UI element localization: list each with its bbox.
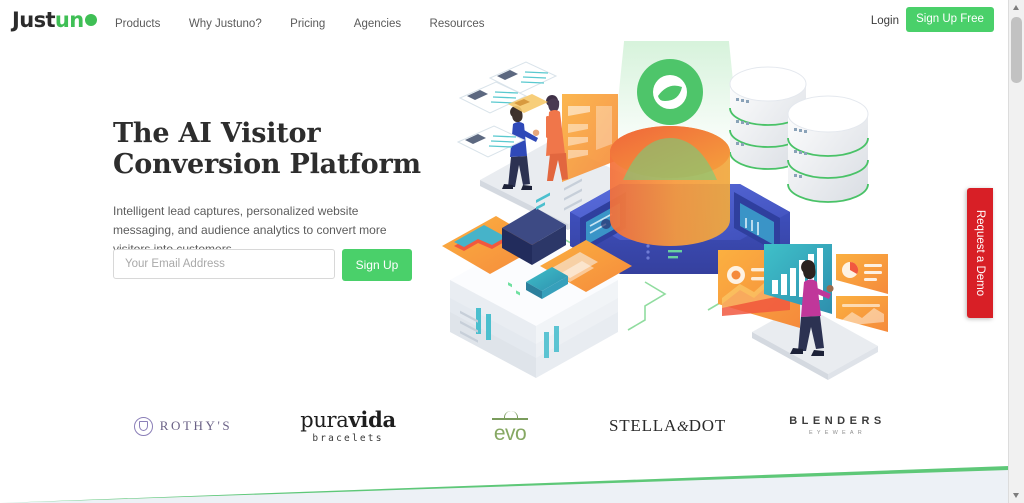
request-demo-label: Request a Demo <box>974 209 986 297</box>
hero-content: The AI Visitor Conversion Platform Intel… <box>113 118 443 281</box>
rothys-label: ROTHY'S <box>159 418 233 433</box>
rothys-shield-icon <box>133 416 153 436</box>
puravida-pura: pura <box>300 407 349 432</box>
hero-title-line-1: The AI Visitor <box>113 118 321 149</box>
brand-logo-rothys: ROTHY'S <box>118 398 248 454</box>
brand-logo-puravida: puravida bracelets <box>283 398 413 454</box>
nav-item-products[interactable]: Products <box>115 17 160 31</box>
logo-text-uno: un <box>54 8 84 32</box>
scrollbar-thumb[interactable] <box>1011 17 1022 83</box>
email-signup-form: Sign Up <box>113 249 413 281</box>
site-header: Justun Products Why Justuno? Pricing Age… <box>0 0 1009 41</box>
customer-logo-strip: ROTHY'S puravida bracelets evo STELLA&DO… <box>0 398 1009 458</box>
evo-mountain-icon <box>492 409 528 422</box>
brand-logo-blenders: BLENDERS EYEWEAR <box>770 398 905 454</box>
stella-label: STELLA <box>608 416 678 435</box>
puravida-vida: vida <box>348 406 397 432</box>
brand-logo-stella-dot: STELLA&DOT <box>600 398 735 454</box>
main-navigation: Products Why Justuno? Pricing Agencies R… <box>115 14 509 30</box>
scroll-up-arrow-icon[interactable] <box>1009 0 1024 15</box>
dot-label: DOT <box>688 416 727 435</box>
brand-logo-evo: evo <box>470 398 550 454</box>
stella-ampersand: & <box>677 419 689 435</box>
page-title: The AI Visitor Conversion Platform <box>113 118 443 180</box>
login-link[interactable]: Login <box>871 14 899 28</box>
nav-item-agencies[interactable]: Agencies <box>354 17 401 31</box>
scroll-down-arrow-icon[interactable] <box>1009 488 1024 503</box>
hero-subtitle: Intelligent lead captures, personalized … <box>113 204 387 256</box>
puravida-sub: bracelets <box>312 432 384 444</box>
request-demo-tab[interactable]: Request a Demo <box>967 188 993 318</box>
vertical-scrollbar[interactable] <box>1008 0 1024 503</box>
hero-illustration <box>440 32 960 392</box>
blenders-label: BLENDERS <box>789 414 886 427</box>
blenders-sub: EYEWEAR <box>809 429 866 436</box>
justuno-dot-icon <box>84 14 97 26</box>
nav-item-resources[interactable]: Resources <box>430 17 485 31</box>
nav-item-why-justuno[interactable]: Why Justuno? <box>189 17 262 31</box>
nav-item-pricing[interactable]: Pricing <box>290 17 325 31</box>
sign-up-free-button[interactable]: Sign Up Free <box>906 7 994 32</box>
logo-text-just: Just <box>12 8 56 32</box>
sign-up-button[interactable]: Sign Up <box>342 249 412 281</box>
landing-page: Justun Products Why Justuno? Pricing Age… <box>0 0 1009 503</box>
evo-label: evo <box>493 421 527 445</box>
justuno-logo[interactable]: Justun <box>12 10 97 31</box>
email-input[interactable] <box>113 249 335 279</box>
hero-title-line-2: Conversion Platform <box>113 149 421 180</box>
